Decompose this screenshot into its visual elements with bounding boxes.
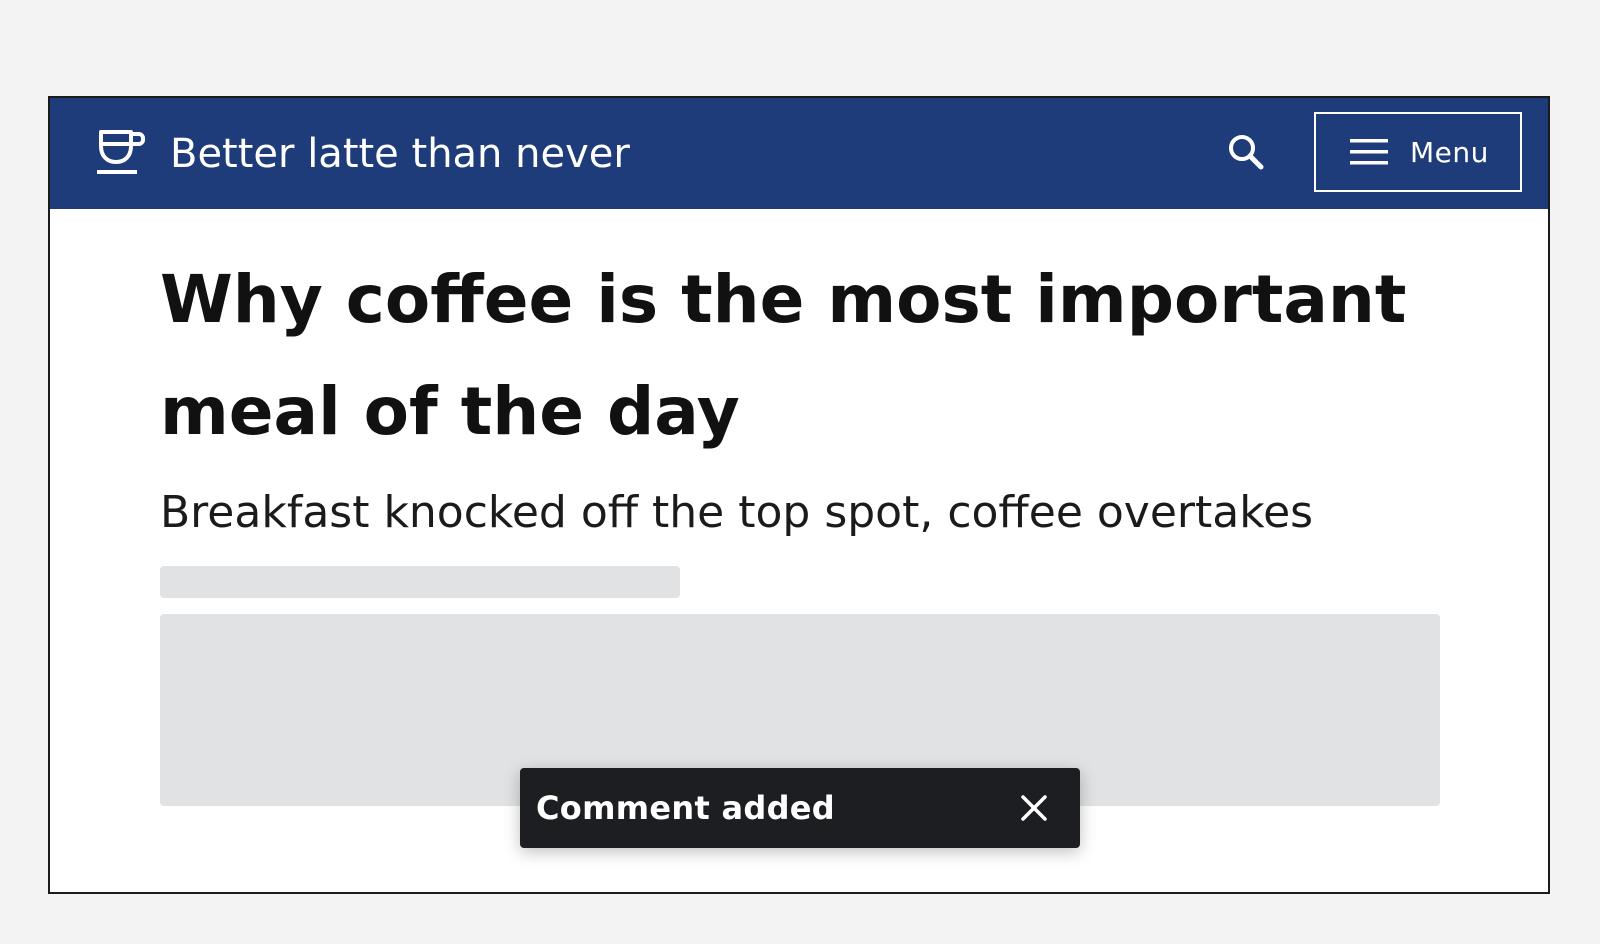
coffee-cup-icon	[97, 130, 145, 174]
close-icon	[1021, 795, 1047, 821]
search-icon	[1229, 135, 1264, 170]
site-header: Better latte than never Menu	[50, 98, 1548, 209]
toast-message: Comment added	[536, 789, 835, 827]
search-button[interactable]	[1222, 128, 1270, 176]
article-subtitle: Breakfast knocked off the top spot, coff…	[160, 487, 1314, 538]
toast-notification: Comment added	[520, 768, 1080, 848]
loading-placeholder-line	[160, 566, 680, 598]
menu-button[interactable]: Menu	[1314, 112, 1522, 192]
menu-label: Menu	[1410, 135, 1489, 169]
site-brand-name[interactable]: Better latte than never	[170, 130, 630, 178]
toast-close-button[interactable]	[1016, 790, 1052, 826]
article-title: Why coffee is the most important meal of…	[160, 261, 1407, 450]
hamburger-icon	[1350, 139, 1388, 165]
